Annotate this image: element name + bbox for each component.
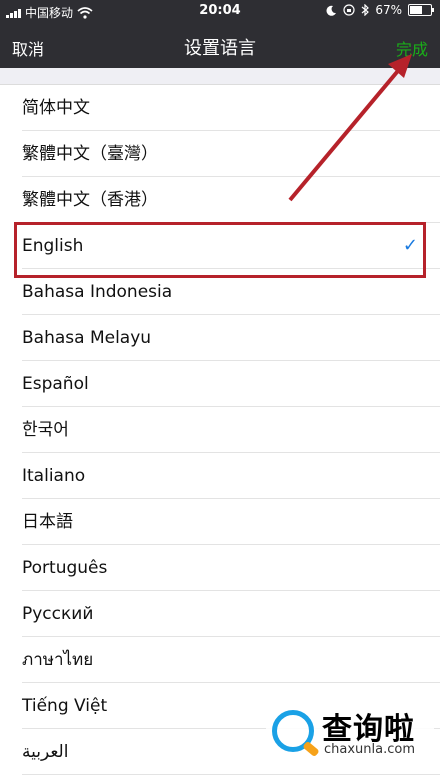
language-label: Русский <box>22 604 94 624</box>
language-item[interactable]: Русский <box>0 591 440 637</box>
language-item[interactable]: ภาษาไทย <box>0 637 440 683</box>
language-item[interactable]: 繁體中文（香港） <box>0 177 440 223</box>
language-label: Bahasa Indonesia <box>22 282 173 302</box>
language-label: 简体中文 <box>22 98 90 118</box>
watermark-logo-icon <box>272 710 314 752</box>
language-label: Bahasa Melayu <box>22 328 152 348</box>
language-label: Tiếng Việt <box>22 696 108 716</box>
rotation-lock-icon <box>343 4 355 16</box>
language-label: 繁體中文（臺灣） <box>22 144 158 164</box>
language-label: 日本語 <box>22 512 73 532</box>
page-title: 设置语言 <box>184 38 256 59</box>
highlight-box <box>14 222 426 278</box>
done-button[interactable]: 完成 <box>396 36 428 60</box>
battery-percent: 67% <box>375 3 402 17</box>
language-item[interactable]: 简体中文 <box>0 85 440 131</box>
language-item[interactable]: 繁體中文（臺灣） <box>0 131 440 177</box>
language-item[interactable]: 日本語 <box>0 499 440 545</box>
language-item[interactable]: Español <box>0 361 440 407</box>
language-item[interactable]: Bahasa Melayu <box>0 315 440 361</box>
language-label: Español <box>22 374 89 394</box>
watermark: 查询啦 chaxunla.com <box>266 700 434 760</box>
language-item[interactable]: 한국어 <box>0 407 440 453</box>
watermark-url: chaxunla.com <box>324 742 415 757</box>
language-label: 繁體中文（香港） <box>22 190 158 210</box>
moon-icon <box>326 5 337 16</box>
language-label: Português <box>22 558 108 578</box>
language-item[interactable]: Italiano <box>0 453 440 499</box>
language-label: العربية <box>22 742 69 762</box>
status-bar: 中国移动 20:04 67% <box>0 0 440 22</box>
language-list: 简体中文 繁體中文（臺灣） 繁體中文（香港） English ✓ Bahasa I… <box>0 84 440 783</box>
language-label: ภาษาไทย <box>22 650 94 670</box>
language-label: 한국어 <box>22 420 69 440</box>
navigation-bar: 取消 设置语言 完成 <box>0 22 440 68</box>
language-item[interactable]: Português <box>0 545 440 591</box>
status-right: 67% <box>326 3 434 17</box>
language-label: Italiano <box>22 466 86 486</box>
battery-icon <box>408 4 434 16</box>
bluetooth-icon <box>361 4 370 16</box>
